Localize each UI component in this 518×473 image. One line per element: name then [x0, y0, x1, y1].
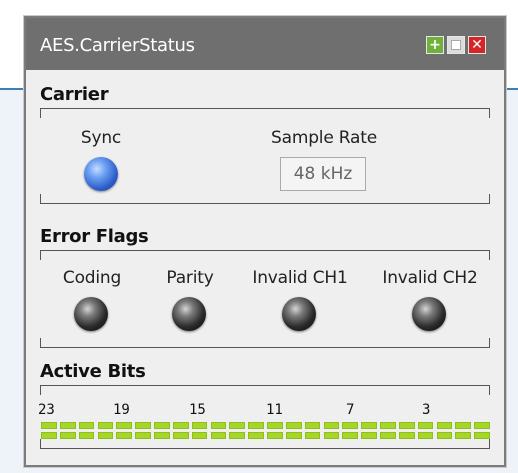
bit-segment [398, 422, 415, 429]
bit-segment [455, 432, 472, 439]
active-bits-bracket-bottom [40, 439, 490, 449]
carrier-bracket-bottom [40, 194, 490, 204]
bit-segment [417, 432, 434, 439]
active-bits-heading: Active Bits [40, 361, 146, 382]
bit-segment [248, 432, 264, 439]
bit-segment [135, 422, 151, 429]
bit-segment [191, 422, 208, 429]
error-flags-heading: Error Flags [40, 226, 149, 247]
bit-segment [474, 432, 490, 439]
carrier-bracket-top [40, 108, 490, 118]
window-title: AES.CarrierStatus [40, 35, 195, 56]
bit-segment [398, 432, 415, 439]
bit-segment [59, 422, 76, 429]
bit-segment [342, 422, 359, 429]
bit-segment [436, 432, 453, 439]
bit-segment [267, 422, 283, 429]
bit-segment [191, 432, 208, 439]
bit-segment [436, 422, 453, 429]
window-titlebar[interactable]: AES.CarrierStatus + ✕ [26, 18, 504, 70]
bit-segment [248, 422, 264, 429]
bit-segment [135, 432, 151, 439]
bit-number: 19 [113, 402, 130, 418]
sample-rate-label: Sample Rate [271, 128, 377, 148]
invalid-ch1-indicator [282, 297, 316, 331]
window-icon [451, 40, 461, 50]
bit-segment [417, 422, 434, 429]
bit-segment [97, 432, 114, 439]
dock-button[interactable] [447, 36, 465, 54]
bit-segment [474, 422, 490, 429]
bit-number: 15 [189, 402, 206, 418]
bit-segment [59, 432, 76, 439]
bit-number: 11 [266, 402, 283, 418]
carrier-status-window: AES.CarrierStatus + ✕ Carrier Sync Sampl… [24, 16, 506, 467]
add-button[interactable]: + [426, 36, 444, 54]
bit-segment [116, 432, 133, 439]
carrier-heading: Carrier [40, 84, 109, 105]
bit-segment [361, 432, 377, 439]
bit-segment [285, 422, 302, 429]
bit-segment [380, 422, 396, 429]
close-icon: ✕ [471, 37, 483, 53]
bit-number: 7 [346, 402, 355, 418]
active-bits-bracket-top [40, 385, 490, 395]
error-flags-bracket-bottom [40, 338, 490, 348]
bit-segment [267, 432, 283, 439]
bit-segment [78, 422, 95, 429]
bit-segment [323, 432, 340, 439]
bit-segment [154, 422, 170, 429]
bit-segment [78, 432, 95, 439]
bit-segment [154, 432, 170, 439]
plus-icon: + [429, 37, 441, 53]
sync-indicator [84, 157, 118, 191]
bit-segment [210, 432, 227, 439]
bit-segment [342, 432, 359, 439]
bit-segment [304, 422, 321, 429]
bit-segment [323, 422, 340, 429]
error-flags-bracket-top [40, 250, 490, 260]
bit-segment [304, 432, 321, 439]
bit-segment [380, 432, 396, 439]
bit-segment [116, 422, 133, 429]
bit-segment [172, 422, 189, 429]
sync-label: Sync [80, 128, 122, 148]
parity-label: Parity [166, 268, 214, 288]
bit-segment [229, 432, 246, 439]
bit-number: 23 [38, 402, 55, 418]
coding-label: Coding [62, 268, 122, 288]
bit-segment [361, 422, 377, 429]
invalid-ch2-label: Invalid CH2 [382, 268, 478, 288]
bit-segment [455, 422, 472, 429]
parity-indicator [172, 297, 206, 331]
sample-rate-display: 48 kHz [280, 157, 366, 191]
bit-number: 3 [422, 402, 431, 418]
close-button[interactable]: ✕ [468, 36, 486, 54]
invalid-ch2-indicator [412, 297, 446, 331]
bit-segment [210, 422, 227, 429]
coding-indicator [74, 297, 108, 331]
bit-segment [97, 422, 114, 429]
bit-segment [172, 432, 189, 439]
bit-segment [41, 422, 57, 429]
bit-segment [41, 432, 57, 439]
invalid-ch1-label: Invalid CH1 [252, 268, 348, 288]
bit-segment [285, 432, 302, 439]
bit-segment [229, 422, 246, 429]
